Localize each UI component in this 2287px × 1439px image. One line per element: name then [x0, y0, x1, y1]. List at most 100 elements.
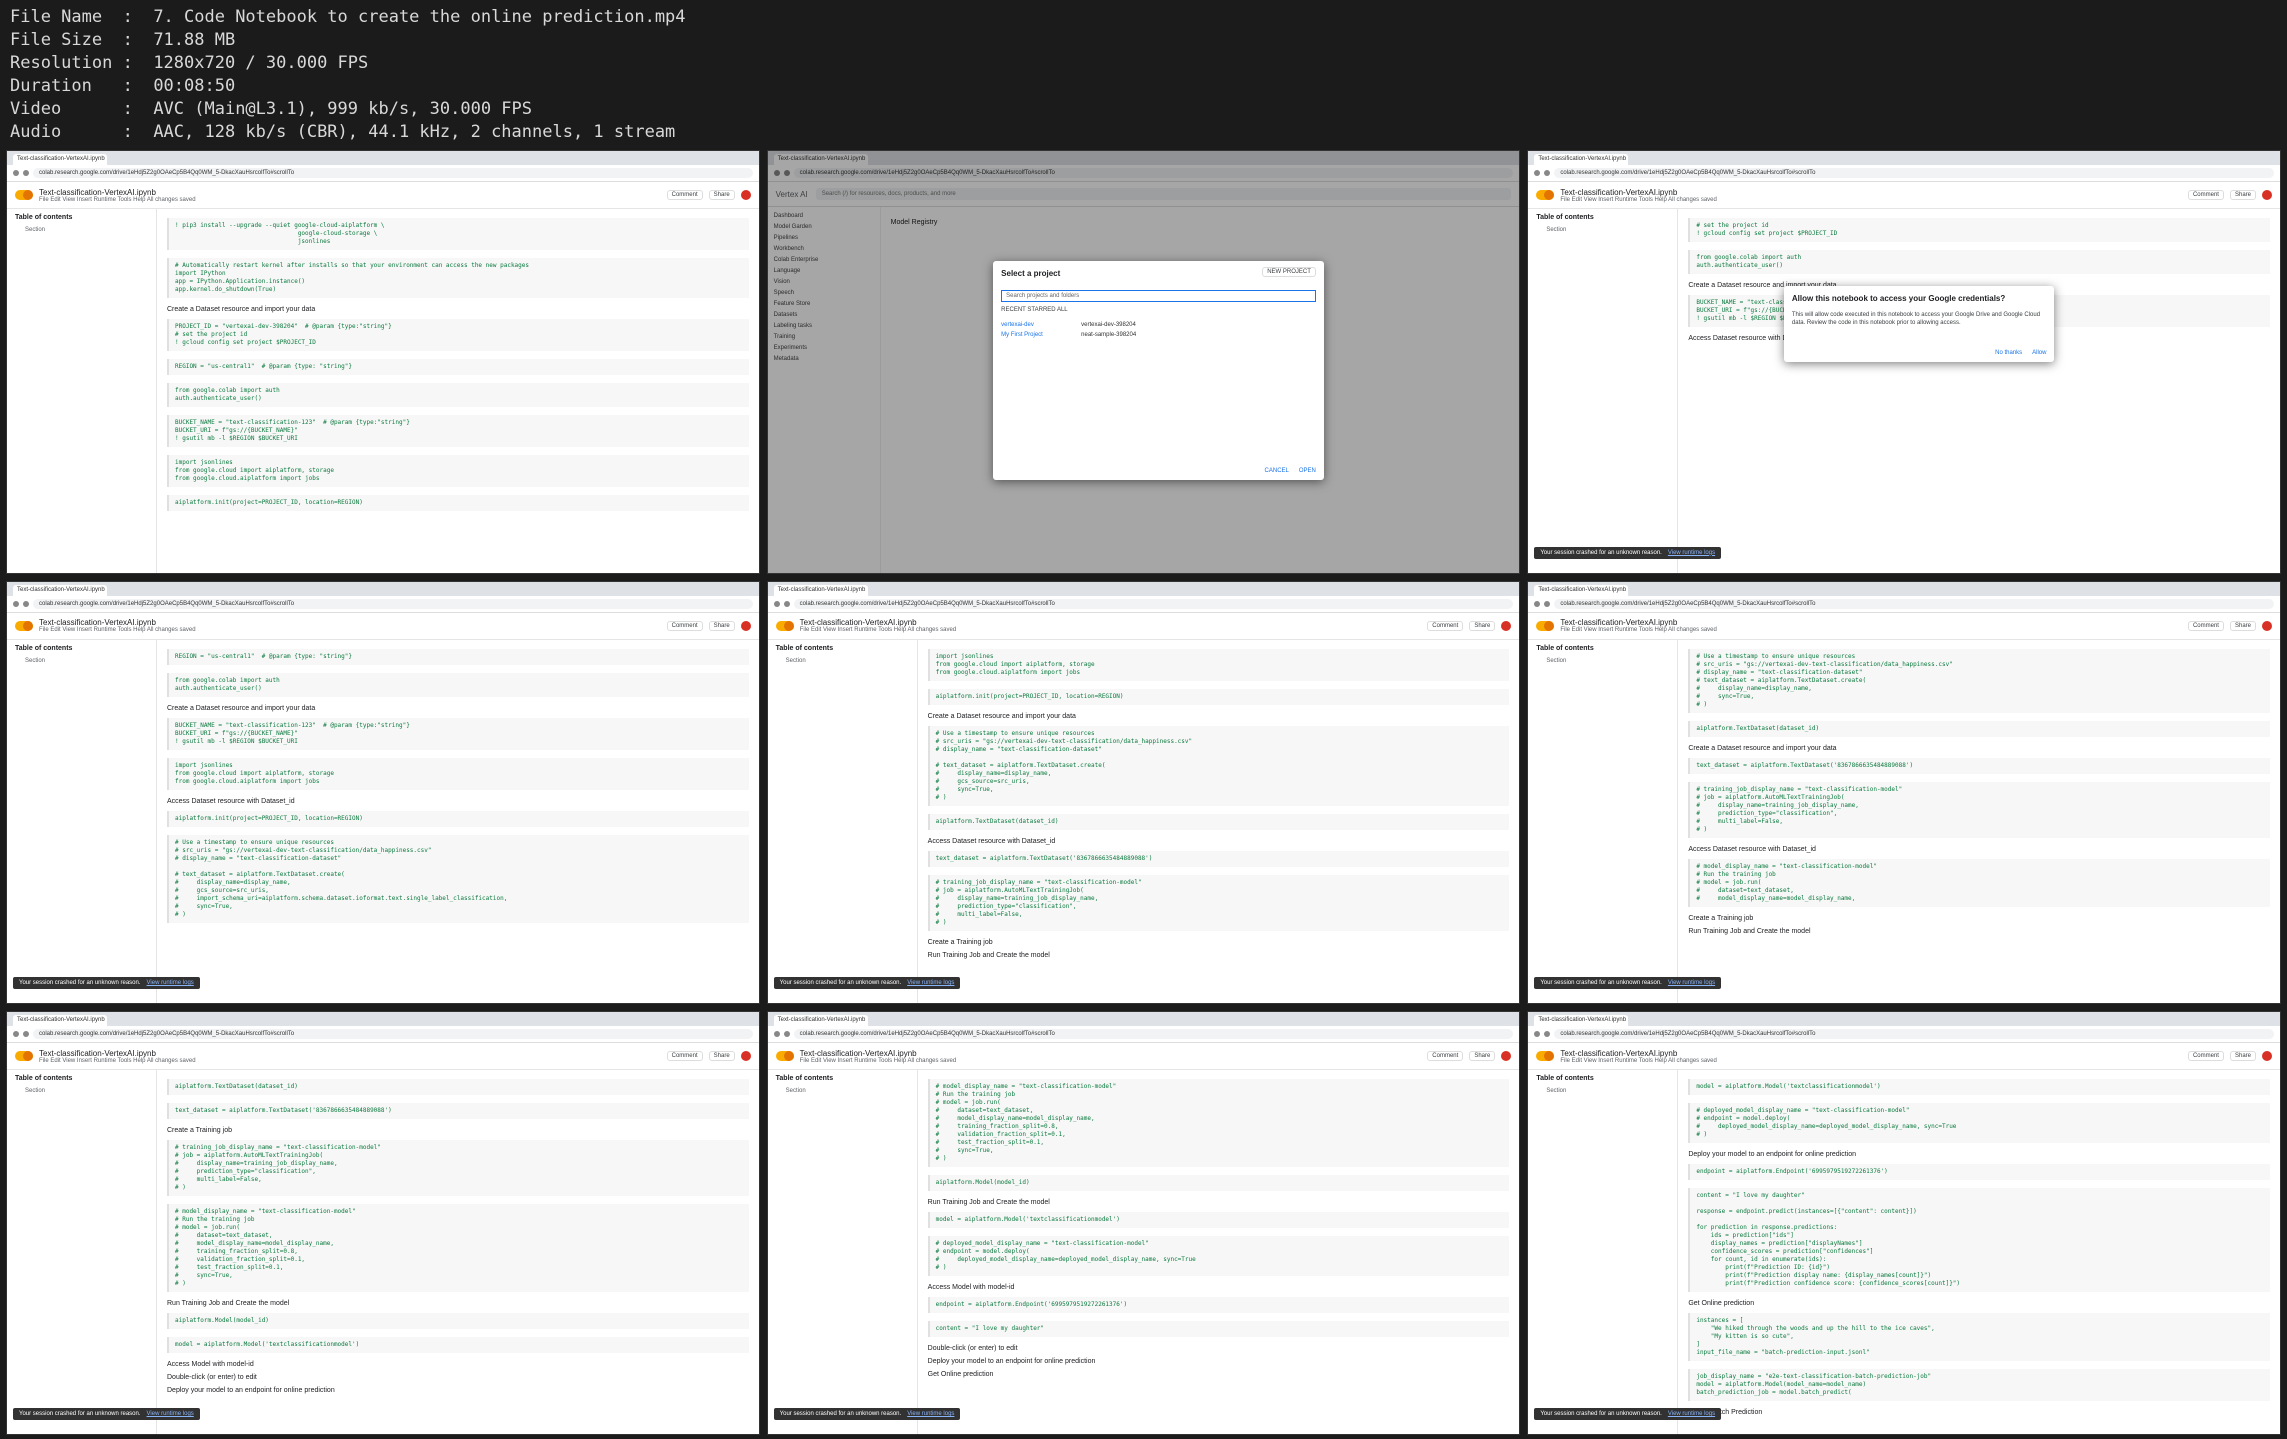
code-cell[interactable]: model = aiplatform.Model('textclassifica…	[167, 1337, 749, 1354]
url-field[interactable]: colab.research.google.com/drive/1eHdj5Z2…	[33, 598, 753, 609]
comment-button[interactable]: Comment	[666, 190, 703, 200]
code-cell[interactable]: # model_display_name = "text-classificat…	[167, 1204, 749, 1293]
menu-bar[interactable]: File Edit View Insert Runtime Tools Help…	[800, 1058, 957, 1064]
share-button[interactable]: Share	[2229, 190, 2256, 200]
reload-icon[interactable]	[1544, 600, 1551, 607]
code-cell[interactable]: # training_job_display_name = "text-clas…	[1688, 781, 2270, 838]
avatar[interactable]	[2262, 1051, 2272, 1062]
avatar[interactable]	[740, 190, 751, 200]
url-field[interactable]: colab.research.google.com/drive/1eHdj5Z2…	[793, 598, 1514, 609]
share-button[interactable]: Share	[2229, 620, 2256, 631]
notebook-title[interactable]: Text-classification-VertexAI.ipynb	[1560, 618, 1717, 627]
browser-tab[interactable]: Text-classification-VertexAI.ipynb	[1534, 584, 1629, 596]
code-cell[interactable]: aiplatform.TextDataset(dataset_id)	[1688, 720, 2270, 737]
code-cell[interactable]: instances = [ "We hiked through the wood…	[1688, 1313, 2270, 1362]
reload-icon[interactable]	[1544, 170, 1551, 176]
comment-button[interactable]: Comment	[1427, 620, 1464, 631]
allow-button[interactable]: Allow	[2032, 350, 2046, 356]
code-cell[interactable]: text_dataset = aiplatform.TextDataset('8…	[927, 850, 1510, 867]
view-runtime-logs-link[interactable]: View runtime logs	[907, 980, 954, 986]
toc-item-section[interactable]: Section	[1536, 658, 1669, 664]
code-cell[interactable]: import jsonlines from google.cloud impor…	[167, 757, 749, 790]
project-search-input[interactable]: Search projects and folders	[1001, 289, 1316, 302]
notebook-title[interactable]: Text-classification-VertexAI.ipynb	[800, 1049, 957, 1058]
code-cell[interactable]: content = "I love my daughter" response …	[1688, 1188, 2270, 1293]
code-cell[interactable]: REGION = "us-central1" # @param {type: "…	[167, 648, 749, 665]
reload-icon[interactable]	[23, 600, 29, 607]
comment-button[interactable]: Comment	[2187, 190, 2224, 200]
back-icon[interactable]	[1534, 600, 1541, 607]
code-cell[interactable]: aiplatform.Model(model_id)	[927, 1175, 1510, 1192]
view-runtime-logs-link[interactable]: View runtime logs	[147, 1411, 194, 1417]
no-thanks-button[interactable]: No thanks	[1995, 350, 2022, 356]
back-icon[interactable]	[13, 170, 19, 176]
code-cell[interactable]: text_dataset = aiplatform.TextDataset('8…	[167, 1103, 749, 1120]
cancel-button[interactable]: CANCEL	[1265, 468, 1289, 474]
comment-button[interactable]: Comment	[666, 620, 703, 631]
code-cell[interactable]: # training_job_display_name = "text-clas…	[167, 1140, 749, 1197]
back-icon[interactable]	[13, 600, 19, 607]
notebook-title[interactable]: Text-classification-VertexAI.ipynb	[39, 188, 196, 197]
menu-bar[interactable]: File Edit View Insert Runtime Tools Help…	[39, 1058, 196, 1064]
view-runtime-logs-link[interactable]: View runtime logs	[1668, 550, 1715, 556]
url-field[interactable]: colab.research.google.com/drive/1eHdj5Z2…	[793, 1029, 1514, 1040]
avatar[interactable]	[1501, 1051, 1512, 1062]
open-button[interactable]: OPEN	[1299, 468, 1316, 474]
code-cell[interactable]: aiplatform.init(project=PROJECT_ID, loca…	[167, 810, 749, 827]
code-cell[interactable]: endpoint = aiplatform.Endpoint('69959795…	[927, 1297, 1510, 1314]
code-cell[interactable]: aiplatform.init(project=PROJECT_ID, loca…	[167, 495, 749, 511]
share-button[interactable]: Share	[708, 620, 735, 631]
back-icon[interactable]	[773, 600, 780, 607]
menu-bar[interactable]: File Edit View Insert Runtime Tools Help…	[39, 627, 196, 633]
avatar[interactable]	[2262, 620, 2272, 631]
toc-item-section[interactable]: Section	[776, 658, 909, 664]
browser-tab[interactable]: Text-classification-VertexAI.ipynb	[13, 154, 107, 165]
url-field[interactable]: colab.research.google.com/drive/1eHdj5Z2…	[1554, 598, 2274, 609]
toc-item-section[interactable]: Section	[1536, 227, 1669, 233]
browser-tab[interactable]: Text-classification-VertexAI.ipynb	[13, 1015, 107, 1027]
code-cell[interactable]: BUCKET_NAME = "text-classification-123" …	[167, 717, 749, 750]
avatar[interactable]	[2262, 190, 2272, 200]
code-cell[interactable]: # set the project id ! gcloud config set…	[1688, 218, 2270, 242]
avatar[interactable]	[740, 620, 751, 631]
comment-button[interactable]: Comment	[2187, 620, 2224, 631]
toc-item-section[interactable]: Section	[15, 227, 148, 233]
menu-bar[interactable]: File Edit View Insert Runtime Tools Help…	[39, 197, 196, 203]
code-cell[interactable]: import jsonlines from google.cloud impor…	[927, 648, 1510, 681]
reload-icon[interactable]	[23, 1031, 29, 1038]
code-cell[interactable]: # deployed_model_display_name = "text-cl…	[927, 1236, 1510, 1277]
comment-button[interactable]: Comment	[2187, 1051, 2224, 1062]
notebook-title[interactable]: Text-classification-VertexAI.ipynb	[1560, 188, 1717, 197]
toc-item-section[interactable]: Section	[15, 658, 148, 664]
back-icon[interactable]	[1534, 1031, 1541, 1038]
url-field[interactable]: colab.research.google.com/drive/1eHdj5Z2…	[33, 168, 753, 178]
url-field[interactable]: colab.research.google.com/drive/1eHdj5Z2…	[1554, 168, 2274, 178]
browser-tab[interactable]: Text-classification-VertexAI.ipynb	[1534, 1015, 1629, 1027]
reload-icon[interactable]	[783, 600, 790, 607]
code-cell[interactable]: content = "I love my daughter"	[927, 1321, 1510, 1338]
code-cell[interactable]: from google.colab import auth auth.authe…	[167, 672, 749, 697]
avatar[interactable]	[740, 1051, 751, 1062]
avatar[interactable]	[1501, 620, 1512, 631]
code-cell[interactable]: model = aiplatform.Model('textclassifica…	[1688, 1079, 2270, 1096]
project-row[interactable]: My First Project neat-sample-398204	[1001, 330, 1316, 340]
back-icon[interactable]	[1534, 170, 1541, 176]
view-runtime-logs-link[interactable]: View runtime logs	[1668, 1411, 1715, 1417]
project-row[interactable]: vertexai-dev vertexai-dev-398204	[1001, 320, 1316, 330]
reload-icon[interactable]	[783, 1031, 790, 1038]
menu-bar[interactable]: File Edit View Insert Runtime Tools Help…	[800, 627, 957, 633]
notebook-title[interactable]: Text-classification-VertexAI.ipynb	[800, 618, 957, 627]
notebook-title[interactable]: Text-classification-VertexAI.ipynb	[1560, 1049, 1717, 1058]
code-cell[interactable]: aiplatform.Model(model_id)	[167, 1313, 749, 1330]
code-cell[interactable]: # model_display_name = "text-classificat…	[1688, 858, 2270, 907]
reload-icon[interactable]	[1544, 1031, 1551, 1038]
code-cell[interactable]: from google.colab import auth auth.authe…	[167, 383, 749, 407]
code-cell[interactable]: ! pip3 install --upgrade --quiet google-…	[167, 218, 749, 250]
code-cell[interactable]: job_display_name = "e2e-text-classificat…	[1688, 1369, 2270, 1402]
code-cell[interactable]: # Automatically restart kernel after ins…	[167, 258, 749, 298]
toc-item-section[interactable]: Section	[776, 1088, 909, 1094]
code-cell[interactable]: # training_job_display_name = "text-clas…	[927, 874, 1510, 931]
browser-tab[interactable]: Text-classification-VertexAI.ipynb	[13, 584, 107, 596]
code-cell[interactable]: endpoint = aiplatform.Endpoint('69959795…	[1688, 1164, 2270, 1181]
code-cell[interactable]: # Use a timestamp to ensure unique resou…	[927, 725, 1510, 806]
